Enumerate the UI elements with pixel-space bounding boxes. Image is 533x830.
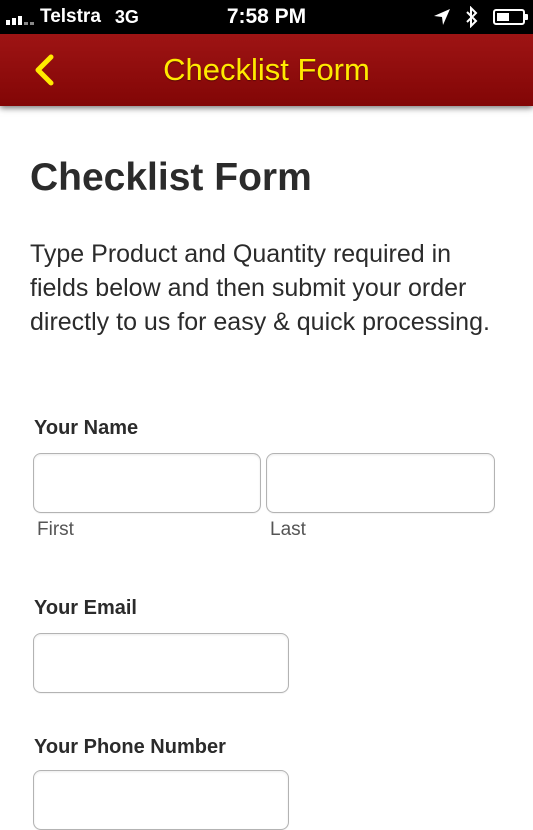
battery-icon: [493, 9, 528, 25]
phone-input[interactable]: [33, 770, 289, 830]
nav-bar: Checklist Form: [0, 34, 533, 106]
last-name-sublabel: Last: [270, 519, 306, 540]
first-name-sublabel: First: [37, 519, 74, 540]
form-content: Checklist Form Type Product and Quantity…: [30, 106, 500, 339]
name-label: Your Name: [34, 417, 139, 439]
location-icon: [434, 9, 450, 25]
intro-text: Type Product and Quantity required in fi…: [30, 240, 490, 336]
status-bar: Telstra 3G 7:58 PM: [0, 0, 533, 34]
first-name-input[interactable]: [33, 453, 261, 513]
phone-label: Your Phone Number: [34, 736, 226, 758]
nav-title: Checklist Form: [163, 52, 370, 87]
email-label: Your Email: [34, 597, 137, 619]
email-input[interactable]: [33, 633, 289, 693]
page-title: Checklist Form: [30, 156, 312, 199]
last-name-input[interactable]: [266, 453, 495, 513]
bluetooth-icon: [466, 6, 478, 28]
status-right: [433, 6, 528, 28]
